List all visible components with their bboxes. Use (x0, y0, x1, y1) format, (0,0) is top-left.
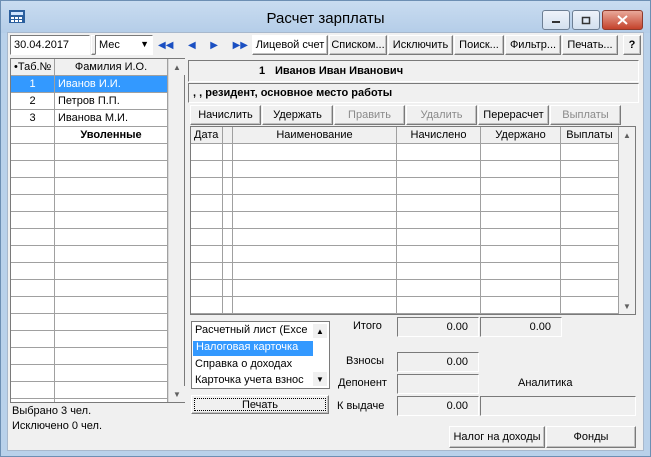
payroll-window: Расчет зарплаты 30.04.2017 ... Мес ▼ ◀◀ … (0, 0, 651, 457)
scroll-up-icon[interactable]: ▲ (169, 59, 185, 75)
column-header-flag[interactable] (223, 127, 233, 144)
total-label: Итого (353, 320, 382, 332)
first-record-icon[interactable]: ◀◀ (158, 40, 173, 51)
employee-full-name: Иванов Иван Иванович (275, 65, 404, 77)
recalc-button[interactable]: Перерасчет (478, 105, 549, 125)
table-row-name[interactable]: Иванов И.И. (55, 76, 168, 93)
report-item[interactable]: Справка о доходах (195, 358, 313, 370)
employee-grid: •Таб.№ Фамилия И.О. 1 Иванов И.И. 2 Петр… (10, 58, 185, 403)
exclude-button[interactable]: Исключить (388, 35, 453, 55)
client-area: 30.04.2017 ... Мес ▼ ◀◀ ◀ ▶ ▶▶ Лицевой с… (7, 32, 644, 451)
scroll-down-icon[interactable]: ▼ (313, 372, 327, 386)
employee-scrollbar[interactable]: ▲ ▼ (168, 59, 185, 402)
report-item-selected[interactable]: Налоговая карточка (193, 341, 313, 356)
funds-button[interactable]: Фонды (546, 426, 636, 448)
total-accrued: 0.00 (397, 317, 479, 337)
list-button[interactable]: Списком... (329, 35, 387, 55)
report-item[interactable]: Карточка учета взнос (195, 374, 313, 386)
employee-number: 1 (259, 65, 266, 77)
withhold-button[interactable]: Удержать (262, 105, 333, 125)
tab-personal-account[interactable]: Лицевой счет (252, 35, 328, 55)
column-header-date[interactable]: Дата (191, 127, 223, 144)
minimize-button[interactable] (542, 10, 570, 30)
table-row-number (11, 127, 55, 144)
selected-count: Выбрано 3 чел. (12, 405, 92, 417)
prev-record-icon[interactable]: ◀ (188, 40, 196, 51)
title-bar[interactable]: Расчет зарплаты (1, 1, 650, 33)
scroll-down-icon[interactable]: ▼ (169, 386, 185, 402)
maximize-button[interactable] (572, 10, 600, 30)
payout-value: 0.00 (397, 396, 479, 416)
maximize-icon (581, 16, 591, 24)
payroll-scrollbar[interactable]: ▲ ▼ (619, 127, 635, 314)
column-header-name[interactable]: Фамилия И.О. (55, 59, 168, 76)
date-field[interactable]: 30.04.2017 (10, 35, 90, 55)
deponent-value (397, 374, 479, 394)
payments-button[interactable]: Выплаты (550, 105, 621, 125)
filter-button[interactable]: Фильтр... (505, 35, 561, 55)
deponent-label: Депонент (338, 377, 387, 389)
close-button[interactable] (602, 10, 643, 30)
payroll-empty-rows (191, 144, 619, 314)
period-value: Мес (99, 39, 120, 51)
income-tax-button[interactable]: Налог на доходы (449, 426, 545, 448)
column-header-withheld[interactable]: Удержано (481, 127, 561, 144)
column-header-description[interactable]: Наименование (233, 127, 397, 144)
help-button[interactable]: ? (623, 35, 641, 55)
report-list[interactable]: Расчетный лист (Exce Налоговая карточка … (191, 321, 330, 389)
accrue-button[interactable]: Начислить (190, 105, 261, 125)
excluded-count: Исключено 0 чел. (12, 420, 102, 432)
delete-button[interactable]: Удалить (406, 105, 477, 125)
column-header-payments[interactable]: Выплаты (561, 127, 619, 144)
analytics-label: Аналитика (518, 377, 573, 389)
table-row-number[interactable]: 3 (11, 110, 55, 127)
print-menu-button[interactable]: Печать... (562, 35, 618, 55)
payout-label: К выдаче (337, 400, 385, 412)
edit-button[interactable]: Править (334, 105, 405, 125)
employee-status: , , резидент, основное место работы (188, 83, 639, 103)
period-select[interactable]: Мес ▼ (95, 35, 153, 55)
total-withheld: 0.00 (480, 317, 562, 337)
close-icon (617, 15, 628, 25)
employee-header: 1 Иванов Иван Иванович (188, 60, 639, 82)
last-record-icon[interactable]: ▶▶ (233, 40, 248, 51)
record-nav: ◀◀ ◀ ▶ ▶▶ (158, 37, 248, 53)
fired-group-label[interactable]: Уволенные (55, 127, 168, 144)
table-row-name[interactable]: Иванова М.И. (55, 110, 168, 127)
next-record-icon[interactable]: ▶ (210, 40, 218, 51)
empty-rows (11, 144, 168, 402)
analytics-field (480, 396, 636, 416)
print-button[interactable]: Печать (191, 395, 329, 414)
column-header-accrued[interactable]: Начислено (397, 127, 481, 144)
table-row-name[interactable]: Петров П.П. (55, 93, 168, 110)
table-row-number[interactable]: 1 (11, 76, 55, 93)
table-row-number[interactable]: 2 (11, 93, 55, 110)
payroll-table: Дата Наименование Начислено Удержано Вып… (190, 126, 636, 315)
minimize-icon (552, 21, 560, 23)
contributions-value: 0.00 (397, 352, 479, 372)
scroll-up-icon[interactable]: ▲ (313, 324, 327, 338)
search-button[interactable]: Поиск... (454, 35, 504, 55)
scroll-up-icon[interactable]: ▲ (619, 127, 635, 143)
report-item[interactable]: Расчетный лист (Exce (195, 324, 313, 336)
column-header-number[interactable]: •Таб.№ (11, 59, 55, 76)
scroll-down-icon[interactable]: ▼ (619, 298, 635, 314)
contributions-label: Взносы (346, 355, 384, 367)
chevron-down-icon: ▼ (140, 39, 149, 49)
